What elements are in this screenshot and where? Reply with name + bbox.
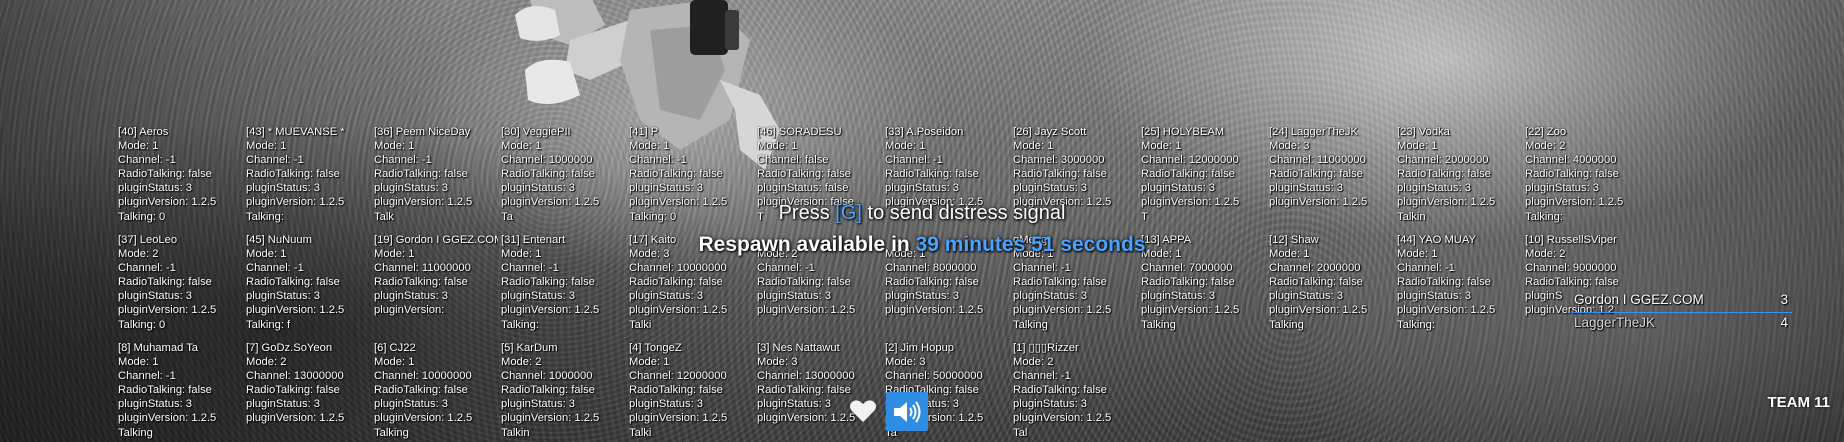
speaker-icon [894, 400, 921, 423]
voice-speaker-button[interactable] [886, 392, 928, 431]
heart-icon[interactable] [849, 398, 877, 424]
scoreboard-player-name: Gordon I GGEZ.COM [1574, 292, 1704, 307]
team-label: TEAM 11 [1767, 394, 1830, 411]
scene-vignette [0, 0, 1844, 442]
team-scoreboard: Gordon I GGEZ.COM 3 LaggerTheJK 4 [1572, 290, 1792, 335]
scoreboard-player-score: 3 [1780, 292, 1788, 307]
downed-character [515, 0, 780, 170]
scoreboard-row: LaggerTheJK 4 [1572, 313, 1792, 335]
scoreboard-row: Gordon I GGEZ.COM 3 [1572, 290, 1792, 313]
scoreboard-player-score: 4 [1780, 315, 1788, 330]
game-scene-background [0, 0, 1844, 442]
scoreboard-player-name: LaggerTheJK [1574, 315, 1656, 330]
